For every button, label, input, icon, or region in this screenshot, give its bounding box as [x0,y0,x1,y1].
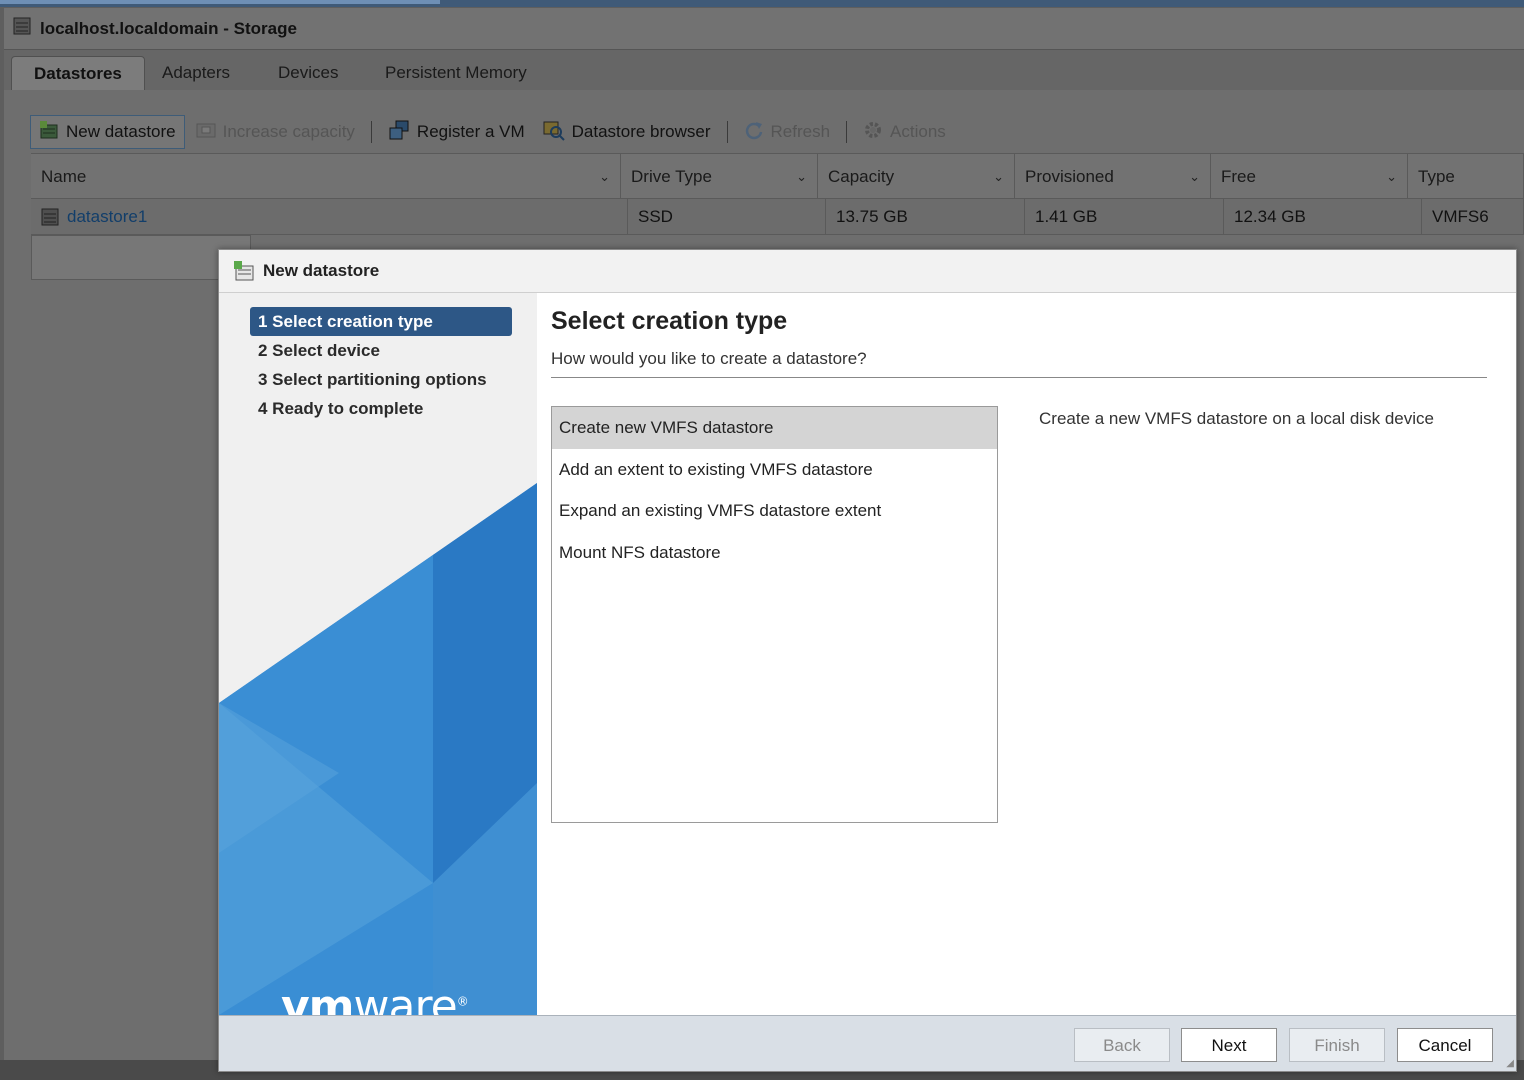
new-datastore-label: New datastore [66,122,176,141]
column-header-name[interactable]: Name ⌄ [31,154,621,200]
creation-type-list[interactable]: Create new VMFS datastore Add an extent … [551,406,998,823]
column-header-free[interactable]: Free ⌄ [1211,154,1408,200]
increase-capacity-button[interactable]: Increase capacity [188,115,363,149]
register-vm-label: Register a VM [416,122,525,141]
storage-icon [12,16,32,41]
table-header: Name ⌄ Drive Type ⌄ Capacity ⌄ Provisioned ⌄… [31,153,1524,200]
tab-adapters[interactable]: Adapters [140,56,252,90]
storage-titlebar: localhost.localdomain - Storage [4,8,1524,50]
wizard-step-ready-to-complete[interactable]: 4 Ready to complete [250,394,512,423]
back-button[interactable]: Back [1074,1028,1170,1062]
free-cell: 12.34 GB [1224,199,1422,235]
finish-button[interactable]: Finish [1289,1028,1385,1062]
wizard-steps: 1 Select creation type 2 Select device 3… [250,307,512,423]
datastore-link[interactable]: datastore1 [67,199,147,235]
chevron-down-icon[interactable]: ⌄ [1189,154,1200,200]
cancel-button[interactable]: Cancel [1397,1028,1493,1062]
refresh-label: Refresh [770,122,831,141]
dialog-header: New datastore [219,250,1516,293]
vmware-logo: vmware® [281,981,469,1015]
wizard-content: Select creation type How would you like … [537,293,1516,1015]
tab-devices[interactable]: Devices [256,56,360,90]
toolbar-separator [846,121,848,143]
wizard-step-select-partitioning-options[interactable]: 3 Select partitioning options [250,365,512,394]
next-button[interactable]: Next [1181,1028,1277,1062]
tab-bar: Datastores Adapters Devices Persistent M… [4,50,1524,90]
datastore-browser-label: Datastore browser [571,122,711,141]
chevron-down-icon[interactable]: ⌄ [599,154,610,200]
wizard-step-select-creation-type[interactable]: 1 Select creation type [250,307,512,336]
dialog-title: New datastore [263,261,380,280]
actions-button[interactable]: Actions [855,115,954,149]
table-row[interactable]: datastore1 SSD 13.75 GB 1.41 GB 12.34 GB… [31,199,1524,235]
list-item-add-extent[interactable]: Add an extent to existing VMFS datastore [552,449,997,491]
datastore-icon [41,208,59,226]
provisioned-cell: 1.41 GB [1025,199,1224,235]
refresh-icon [744,120,764,145]
new-datastore-dialog: New datastore 1 Select creation type 2 S… [218,249,1517,1072]
refresh-button[interactable]: Refresh [736,115,839,149]
type-cell: VMFS6 [1422,199,1524,235]
register-vm-icon [388,119,410,146]
top-strip-highlight [0,0,440,4]
dialog-footer: Back Next Finish Cancel ◢ [219,1015,1516,1071]
new-datastore-icon [39,120,59,145]
top-strip [0,0,1524,7]
datastore-browser-button[interactable]: Datastore browser [535,115,719,149]
divider [551,377,1487,378]
datastores-toolbar: New datastore Increase capacity Register… [30,114,954,150]
column-header-capacity[interactable]: Capacity ⌄ [818,154,1015,200]
new-datastore-icon [233,260,255,282]
window-title: localhost.localdomain - Storage [40,18,297,38]
chevron-down-icon[interactable]: ⌄ [1386,154,1397,200]
column-header-drive-type[interactable]: Drive Type ⌄ [621,154,818,200]
option-description: Create a new VMFS datastore on a local d… [1039,409,1434,428]
increase-capacity-icon [196,121,216,144]
resize-handle-icon[interactable]: ◢ [1506,1058,1514,1069]
list-item-create-new-vmfs[interactable]: Create new VMFS datastore [552,407,997,449]
gear-icon [863,120,883,145]
wizard-step-select-device[interactable]: 2 Select device [250,336,512,365]
datastore-browser-icon [543,119,565,146]
capacity-cell: 13.75 GB [826,199,1025,235]
drive-type-cell: SSD [628,199,826,235]
increase-capacity-label: Increase capacity [222,122,355,141]
datastore-name-cell[interactable]: datastore1 [31,199,628,235]
register-vm-button[interactable]: Register a VM [380,115,533,149]
chevron-down-icon[interactable]: ⌄ [993,154,1004,200]
column-header-type[interactable]: Type [1408,154,1524,200]
toolbar-separator [726,121,728,143]
wizard-sidebar: 1 Select creation type 2 Select device 3… [219,293,537,1015]
new-datastore-button[interactable]: New datastore [30,115,185,149]
chevron-down-icon[interactable]: ⌄ [796,154,807,200]
column-header-provisioned[interactable]: Provisioned ⌄ [1015,154,1211,200]
list-item-expand-extent[interactable]: Expand an existing VMFS datastore extent [552,490,997,532]
page-subtitle: How would you like to create a datastore… [551,349,867,368]
actions-label: Actions [890,122,946,141]
tab-datastores[interactable]: Datastores [11,56,145,90]
page-title: Select creation type [551,307,788,335]
tab-persistent-memory[interactable]: Persistent Memory [363,56,549,90]
toolbar-separator [370,121,372,143]
list-item-mount-nfs[interactable]: Mount NFS datastore [552,532,997,574]
